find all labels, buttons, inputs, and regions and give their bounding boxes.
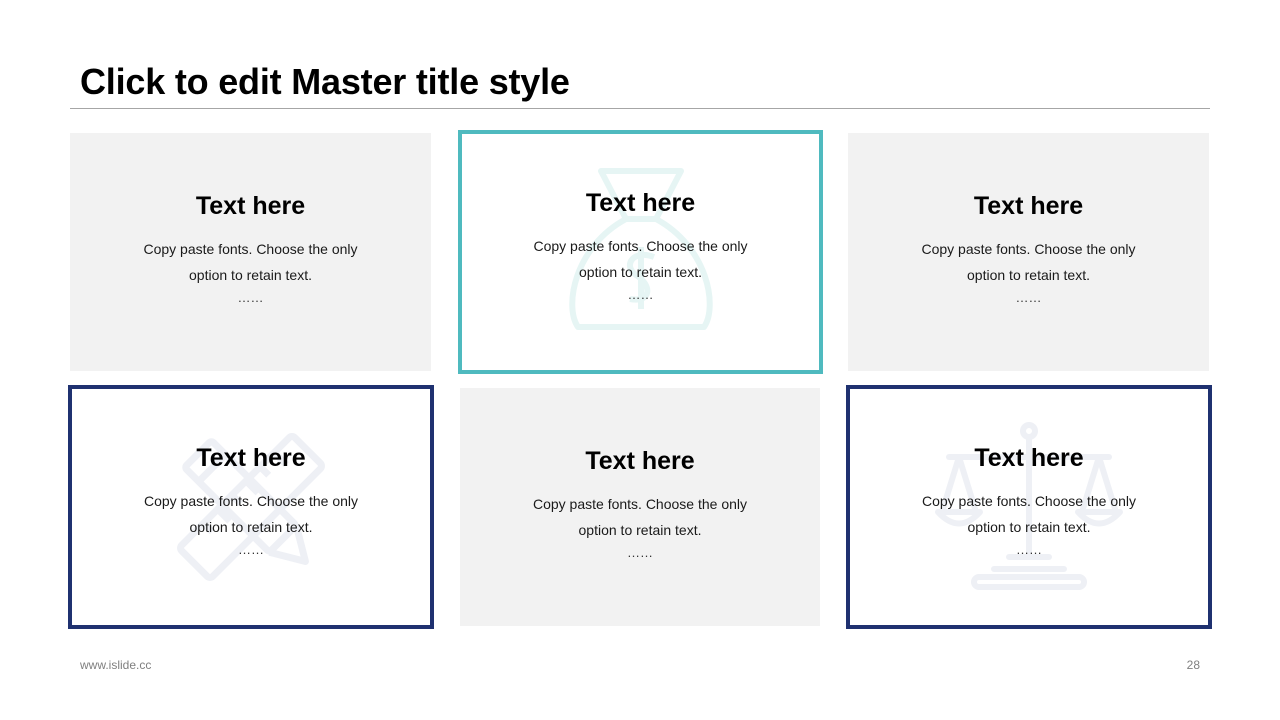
card-heading: Text here	[585, 447, 695, 475]
card-body: Copy paste fonts. Choose the only option…	[848, 236, 1209, 288]
card-heading: Text here	[973, 192, 1084, 220]
card-body: Copy paste fonts. Choose the only option…	[460, 491, 820, 543]
card-4[interactable]: Text here Copy paste fonts. Choose the o…	[68, 385, 434, 629]
card-body: Copy paste fonts. Choose the only option…	[72, 488, 430, 540]
card-5[interactable]: Text here Copy paste fonts. Choose the o…	[460, 388, 820, 626]
card-heading: Text here	[195, 192, 306, 220]
footer-url[interactable]: www.islide.cc	[80, 658, 151, 672]
card-body-line: option to retain text.	[967, 519, 1091, 535]
card-ellipsis: ……	[1015, 290, 1042, 305]
card-body-line: Copy paste fonts. Choose the only	[921, 493, 1137, 509]
card-body-line: Copy paste fonts. Choose the only	[533, 238, 748, 254]
card-6[interactable]: Text here Copy paste fonts. Choose the o…	[846, 385, 1212, 629]
card-body-line: option to retain text.	[189, 519, 313, 535]
card-heading: Text here	[585, 189, 696, 217]
card-2[interactable]: Text here Copy paste fonts. Choose the o…	[458, 130, 823, 374]
card-ellipsis: ……	[238, 542, 264, 557]
card-body-line: Copy paste fonts. Choose the only	[143, 493, 359, 509]
card-ellipsis: ……	[1016, 542, 1042, 557]
slide-title[interactable]: Click to edit Master title style	[80, 62, 570, 102]
card-heading: Text here	[196, 444, 306, 472]
card-heading: Text here	[974, 444, 1084, 472]
card-body-line: Copy paste fonts. Choose the only	[143, 241, 358, 257]
card-body-line: option to retain text.	[578, 522, 702, 538]
card-body-line: option to retain text.	[579, 264, 702, 280]
page-number: 28	[1186, 658, 1200, 672]
card-body: Copy paste fonts. Choose the only option…	[70, 236, 431, 288]
card-1[interactable]: Text here Copy paste fonts. Choose the o…	[70, 133, 431, 371]
card-body-line: Copy paste fonts. Choose the only	[532, 496, 748, 512]
card-ellipsis: ……	[627, 287, 654, 302]
card-body: Copy paste fonts. Choose the only option…	[462, 233, 819, 285]
card-body-line: option to retain text.	[189, 267, 312, 283]
card-ellipsis: ……	[237, 290, 264, 305]
card-3[interactable]: Text here Copy paste fonts. Choose the o…	[848, 133, 1209, 371]
card-body-line: option to retain text.	[967, 267, 1090, 283]
title-divider	[70, 108, 1210, 109]
card-body: Copy paste fonts. Choose the only option…	[850, 488, 1208, 540]
card-body-line: Copy paste fonts. Choose the only	[921, 241, 1136, 257]
card-ellipsis: ……	[627, 545, 653, 560]
